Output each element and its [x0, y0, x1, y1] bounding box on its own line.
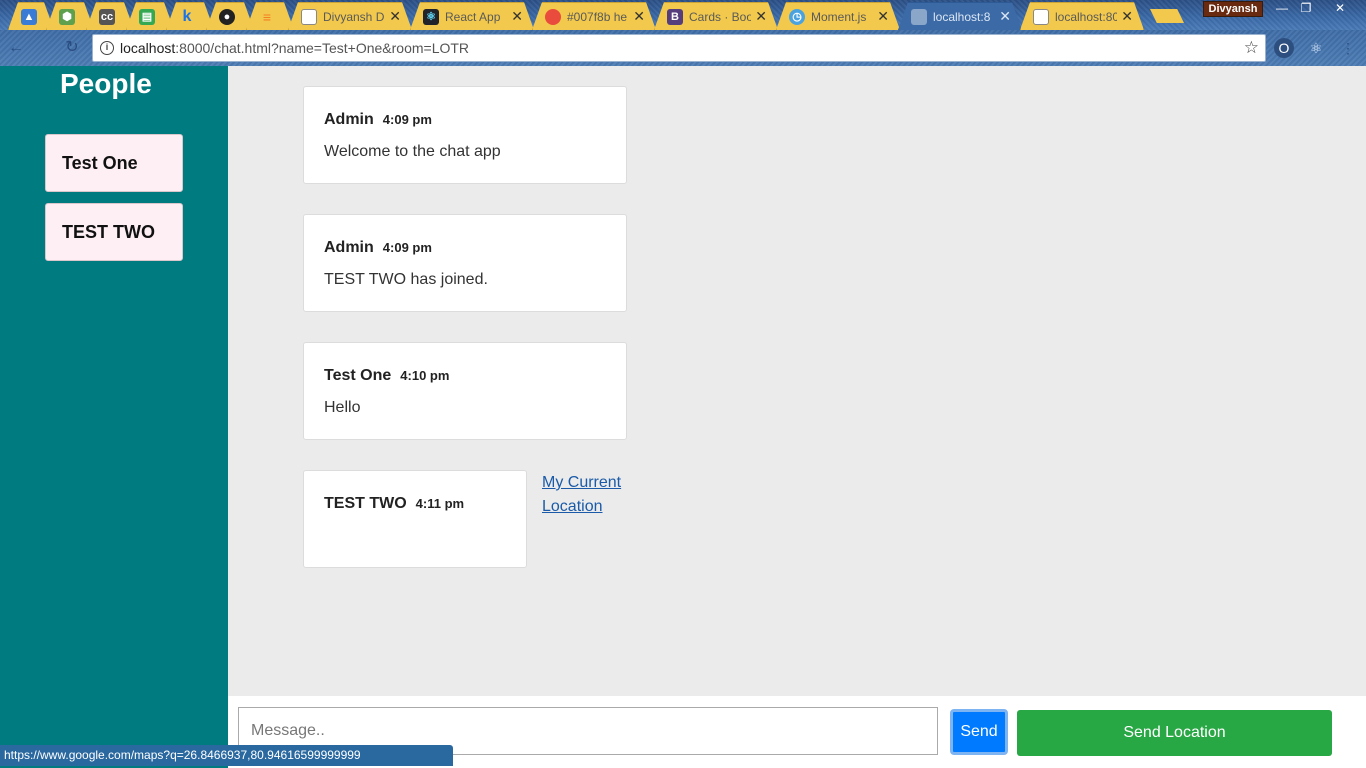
clock-icon: ◷ — [789, 9, 805, 25]
react-devtools-icon[interactable]: ⚛ — [1306, 38, 1326, 58]
browser-tabstrip: ▲ ⬢ cc ▤ k ● ≡ Divyansh D ✕ ⚛ React App ✕ #… — [0, 0, 1366, 30]
message-card: Admin 4:09 pm Welcome to the chat app — [303, 86, 627, 184]
message-sender: Admin — [324, 111, 374, 128]
message-time: 4:09 pm — [382, 240, 432, 255]
close-window-icon[interactable]: ✕ — [1328, 0, 1352, 16]
message-time: 4:11 pm — [415, 496, 465, 511]
profile-button[interactable]: Divyansh — [1203, 1, 1263, 17]
message-card: Test One 4:10 pm Hello — [303, 342, 627, 440]
message-text: Hello — [324, 399, 361, 416]
mortarboard-icon: ▲ — [21, 9, 37, 25]
close-icon[interactable]: ✕ — [633, 8, 645, 25]
minimize-icon[interactable]: — — [1270, 0, 1294, 16]
nodejs-icon: ⬢ — [59, 9, 75, 25]
color-icon — [545, 9, 561, 25]
tab-7[interactable]: Divyansh D ✕ — [288, 2, 412, 30]
close-icon[interactable]: ✕ — [511, 8, 523, 25]
close-icon[interactable]: ✕ — [755, 8, 767, 25]
browser-toolbar: ← ↻ i localhost:8000/chat.html?name=Test… — [0, 30, 1366, 66]
send-location-button[interactable]: Send Location — [1017, 710, 1332, 756]
tab-11[interactable]: ◷ Moment.js ✕ — [776, 2, 900, 30]
tab-1[interactable]: ⬢ — [46, 2, 94, 30]
restore-icon[interactable]: ❐ — [1294, 0, 1318, 16]
current-location-link[interactable]: My Current Location — [542, 471, 632, 519]
tab-12[interactable]: localhost:8 ✕ — [898, 2, 1022, 30]
message-card: TEST TWO 4:11 pm — [303, 470, 527, 568]
tab-13[interactable]: localhost:80 ✕ — [1020, 2, 1144, 30]
person-item[interactable]: TEST TWO — [45, 203, 183, 261]
url-rest: :8000/chat.html?name=Test+One&room=LOTR — [175, 40, 470, 56]
back-icon[interactable]: ← — [6, 38, 26, 58]
page-icon — [911, 9, 927, 25]
tab-2[interactable]: cc — [86, 2, 134, 30]
bootstrap-icon: B — [667, 9, 683, 25]
bookmark-star-icon[interactable]: ☆ — [1244, 38, 1259, 58]
close-icon[interactable]: ✕ — [1121, 8, 1133, 25]
tab-10[interactable]: B Cards · Boo ✕ — [654, 2, 778, 30]
message-time: 4:09 pm — [382, 112, 432, 127]
status-bar-url: https://www.google.com/maps?q=26.8466937… — [0, 745, 453, 766]
people-title: People — [60, 68, 152, 99]
info-icon[interactable]: i — [100, 41, 114, 55]
url-host: localhost — [120, 40, 176, 56]
tab-9[interactable]: #007f8b he ✕ — [532, 2, 656, 30]
close-icon[interactable]: ✕ — [999, 8, 1011, 25]
k-icon: k — [182, 7, 192, 25]
people-sidebar: People Test One TEST TWO — [0, 66, 228, 768]
page-icon — [301, 9, 317, 25]
cc-icon: cc — [100, 10, 114, 23]
address-bar[interactable]: i localhost:8000/chat.html?name=Test+One… — [92, 34, 1266, 62]
person-item[interactable]: Test One — [45, 134, 183, 192]
tab-0[interactable]: ▲ — [8, 2, 54, 30]
message-card: Admin 4:09 pm TEST TWO has joined. — [303, 214, 627, 312]
message-time: 4:10 pm — [400, 368, 450, 383]
stackoverflow-icon: ≡ — [262, 8, 272, 25]
drive-icon: ▤ — [139, 9, 155, 25]
menu-icon[interactable]: ⋮ — [1338, 38, 1358, 58]
tab-4[interactable]: k — [166, 2, 214, 30]
react-icon: ⚛ — [423, 9, 439, 25]
new-tab-button[interactable] — [1150, 9, 1184, 23]
tab-3[interactable]: ▤ — [126, 2, 174, 30]
extension-o-icon[interactable]: O — [1274, 38, 1294, 58]
message-text: Welcome to the chat app — [324, 143, 501, 160]
message-sender: Admin — [324, 239, 374, 256]
message-text: TEST TWO has joined. — [324, 271, 488, 288]
send-button[interactable]: Send — [950, 709, 1008, 755]
message-sender: Test One — [324, 367, 392, 384]
message-sender: TEST TWO — [324, 495, 407, 512]
reload-icon[interactable]: ↻ — [62, 38, 82, 58]
close-icon[interactable]: ✕ — [877, 8, 889, 25]
chat-messages: Admin 4:09 pm Welcome to the chat app Ad… — [228, 66, 1366, 696]
tab-8[interactable]: ⚛ React App ✕ — [410, 2, 534, 30]
tab-6[interactable]: ≡ — [246, 2, 294, 30]
close-icon[interactable]: ✕ — [389, 8, 401, 25]
tab-5[interactable]: ● — [206, 2, 254, 30]
github-icon: ● — [219, 9, 235, 25]
page-icon — [1033, 9, 1049, 25]
